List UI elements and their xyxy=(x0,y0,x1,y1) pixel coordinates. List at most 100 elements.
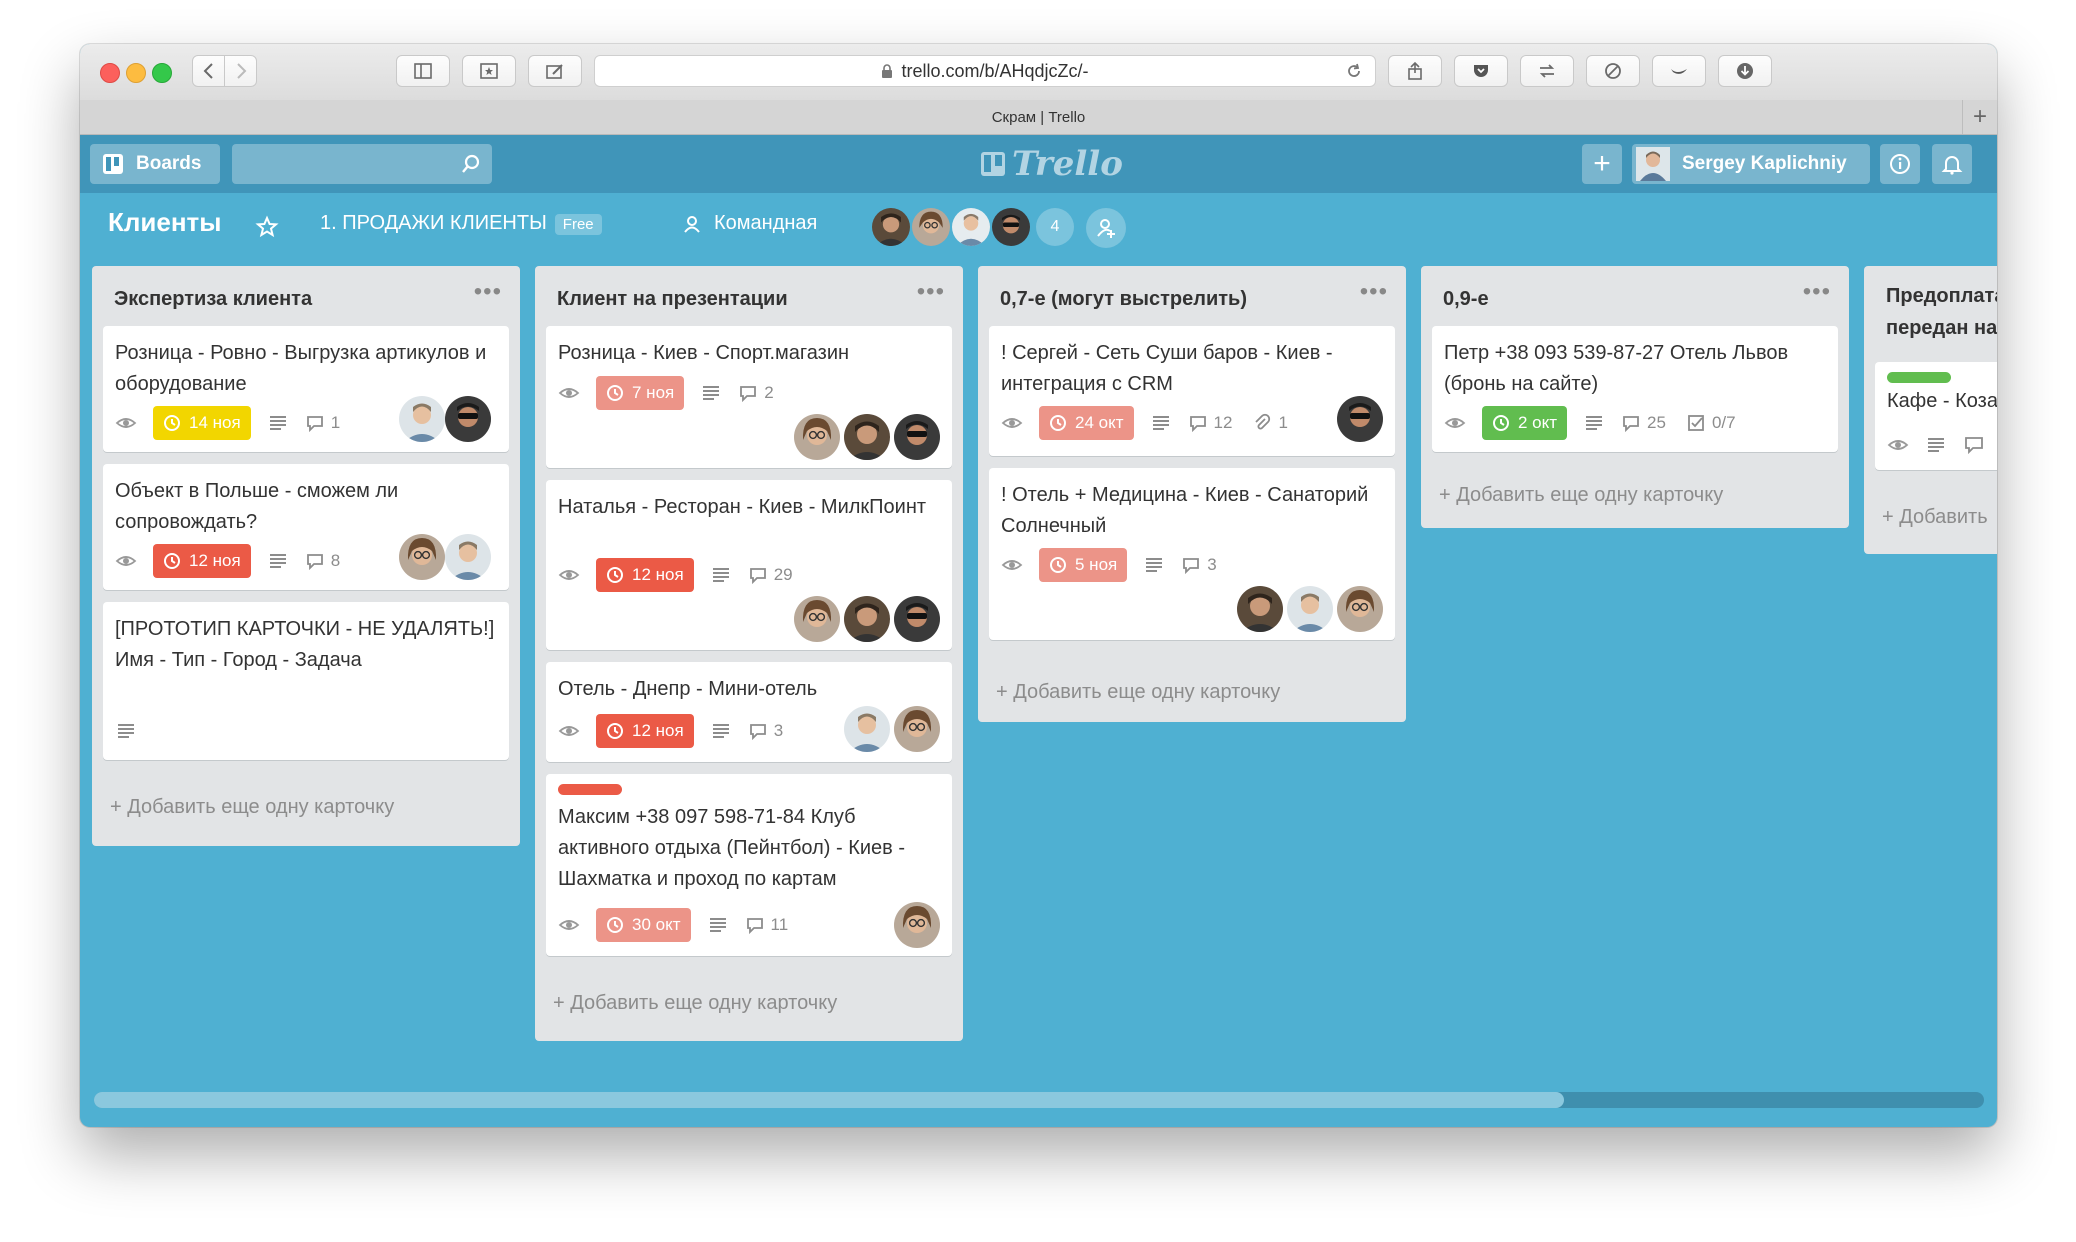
boards-button[interactable]: Boards xyxy=(90,144,220,184)
card[interactable]: Максим +38 097 598-71-84 Клуб активного … xyxy=(546,774,952,956)
card[interactable]: Наталья - Ресторан - Киев - МилкПоинт 12… xyxy=(546,480,952,650)
address-bar[interactable]: trello.com/b/AHqdjcZc/- xyxy=(594,55,1376,87)
list-title[interactable]: Предоплата передан на xyxy=(1886,280,1997,344)
member-avatar[interactable] xyxy=(990,206,1032,248)
member-avatar[interactable] xyxy=(910,206,952,248)
active-tab-title[interactable]: Скрам | Trello xyxy=(992,109,1086,126)
due-date-badge[interactable]: 2 окт xyxy=(1482,406,1568,440)
card-member-avatar[interactable] xyxy=(894,414,940,460)
card-member-avatar[interactable] xyxy=(445,534,491,580)
visibility-button[interactable]: Командная xyxy=(682,212,817,235)
due-date-badge[interactable]: 5 ноя xyxy=(1039,548,1128,582)
member-avatar[interactable] xyxy=(950,206,992,248)
card-member-avatar[interactable] xyxy=(844,706,890,752)
due-date-badge[interactable]: 12 ноя xyxy=(596,558,694,592)
content-blocker-button[interactable] xyxy=(1586,55,1640,87)
list-menu-button[interactable]: ••• xyxy=(1360,278,1388,306)
card-member-avatar[interactable] xyxy=(794,596,840,642)
bookmarks-button[interactable] xyxy=(462,55,516,87)
card-member-avatar[interactable] xyxy=(1287,586,1333,632)
list-menu-button[interactable]: ••• xyxy=(474,278,502,306)
card[interactable]: Розница - Ровно - Выгрузка артикулов и о… xyxy=(103,326,509,452)
notifications-button[interactable] xyxy=(1932,144,1972,184)
list-column[interactable]: Клиент на презентации ••• Розница - Киев… xyxy=(535,266,963,1041)
zoom-window-button[interactable] xyxy=(152,63,172,83)
list-title[interactable]: Клиент на презентации xyxy=(557,288,788,311)
card[interactable]: ! Отель + Медицина - Киев - Санаторий Со… xyxy=(989,468,1395,640)
card[interactable]: ! Сергей - Сеть Суши баров - Киев - инте… xyxy=(989,326,1395,456)
comments-count: 12 xyxy=(1188,413,1232,433)
sidebar-button[interactable] xyxy=(396,55,450,87)
card-label-red[interactable] xyxy=(558,784,622,795)
reload-icon[interactable] xyxy=(1345,62,1363,80)
card[interactable]: Петр +38 093 539-87-27 Отель Львов (брон… xyxy=(1432,326,1838,452)
due-date-badge[interactable]: 12 ноя xyxy=(596,714,694,748)
list-menu-button[interactable]: ••• xyxy=(1803,278,1831,306)
card-member-avatar[interactable] xyxy=(1337,396,1383,442)
trello-logo[interactable]: Trello xyxy=(980,144,1123,184)
add-card-button[interactable]: + Добавить еще одну карточку xyxy=(1439,484,1723,507)
due-date-badge[interactable]: 14 ноя xyxy=(153,406,251,440)
add-card-button[interactable]: + Добавить еще одну карточку xyxy=(110,796,394,819)
close-window-button[interactable] xyxy=(100,63,120,83)
card-member-avatar[interactable] xyxy=(894,706,940,752)
browser-window: trello.com/b/AHqdjcZc/- Скрам | Trello + xyxy=(80,44,1997,1127)
tab-bar: Скрам | Trello + xyxy=(80,100,1997,135)
due-date-badge[interactable]: 7 ноя xyxy=(596,376,685,410)
list-title[interactable]: 0,7-е (могут выстрелить) xyxy=(1000,288,1247,311)
card[interactable]: Кафе - Коза xyxy=(1875,362,1997,470)
invite-member-button[interactable] xyxy=(1086,208,1126,248)
new-tab-button[interactable]: + xyxy=(1962,100,1997,134)
list-column[interactable]: Предоплата передан на Кафе - Коза + Доба… xyxy=(1864,266,1997,554)
card-member-avatar[interactable] xyxy=(844,414,890,460)
list-column[interactable]: Экспертиза клиента ••• Розница - Ровно -… xyxy=(92,266,520,846)
card-member-avatar[interactable] xyxy=(794,414,840,460)
card-label-green[interactable] xyxy=(1887,372,1951,383)
sidebar-icon xyxy=(414,63,432,79)
due-date-badge[interactable]: 12 ноя xyxy=(153,544,251,578)
minimize-window-button[interactable] xyxy=(126,63,146,83)
info-button[interactable] xyxy=(1880,144,1920,184)
search-input[interactable] xyxy=(232,144,492,184)
list-column[interactable]: 0,9-е ••• Петр +38 093 539-87-27 Отель Л… xyxy=(1421,266,1849,528)
card[interactable]: Объект в Польше - сможем ли сопровождать… xyxy=(103,464,509,590)
team-link[interactable]: 1. ПРОДАЖИ КЛИЕНТЫ Free xyxy=(320,212,602,235)
card-member-avatar[interactable] xyxy=(399,534,445,580)
member-overflow-count[interactable]: 4 xyxy=(1036,208,1074,246)
card[interactable]: Розница - Киев - Спорт.магазин 7 ноя 2 xyxy=(546,326,952,468)
board-scrollbar-thumb[interactable] xyxy=(94,1092,1564,1108)
due-date-badge[interactable]: 30 окт xyxy=(596,908,691,942)
add-card-button[interactable]: + Добавить еще одну карточку xyxy=(996,681,1280,704)
card-member-avatar[interactable] xyxy=(844,596,890,642)
card-member-avatar[interactable] xyxy=(1237,586,1283,632)
card-member-avatar[interactable] xyxy=(894,596,940,642)
extension-bird-button[interactable] xyxy=(1652,55,1706,87)
star-icon[interactable] xyxy=(255,215,279,239)
card-member-avatar[interactable] xyxy=(1337,586,1383,632)
extension-transfer-button[interactable] xyxy=(1520,55,1574,87)
paperclip-icon xyxy=(1255,413,1271,430)
reading-list-button[interactable] xyxy=(528,55,582,87)
card-member-avatar[interactable] xyxy=(399,396,445,442)
add-card-button[interactable]: + Добавить xyxy=(1882,506,1988,529)
due-date-badge[interactable]: 24 окт xyxy=(1039,406,1134,440)
add-card-button[interactable]: + Добавить еще одну карточку xyxy=(553,992,837,1015)
user-menu-button[interactable]: Sergey Kaplichniy xyxy=(1632,144,1870,184)
member-photo xyxy=(894,414,940,460)
share-button[interactable] xyxy=(1388,55,1442,87)
back-button[interactable] xyxy=(192,55,225,87)
list-title[interactable]: 0,9-е xyxy=(1443,288,1489,311)
forward-button[interactable] xyxy=(224,55,257,87)
card-member-avatar[interactable] xyxy=(445,396,491,442)
list-title[interactable]: Экспертиза клиента xyxy=(114,288,312,311)
downloads-button[interactable] xyxy=(1718,55,1772,87)
create-button[interactable]: + xyxy=(1582,144,1622,184)
list-menu-button[interactable]: ••• xyxy=(917,278,945,306)
card[interactable]: [ПРОТОТИП КАРТОЧКИ - НЕ УДАЛЯТЬ!] Имя - … xyxy=(103,602,509,760)
member-avatar[interactable] xyxy=(870,206,912,248)
card[interactable]: Отель - Днепр - Мини-отель 12 ноя 3 xyxy=(546,662,952,762)
card-member-avatar[interactable] xyxy=(894,902,940,948)
pocket-button[interactable] xyxy=(1454,55,1508,87)
board-title[interactable]: Клиенты xyxy=(108,207,221,238)
list-column[interactable]: 0,7-е (могут выстрелить) ••• ! Сергей - … xyxy=(978,266,1406,722)
